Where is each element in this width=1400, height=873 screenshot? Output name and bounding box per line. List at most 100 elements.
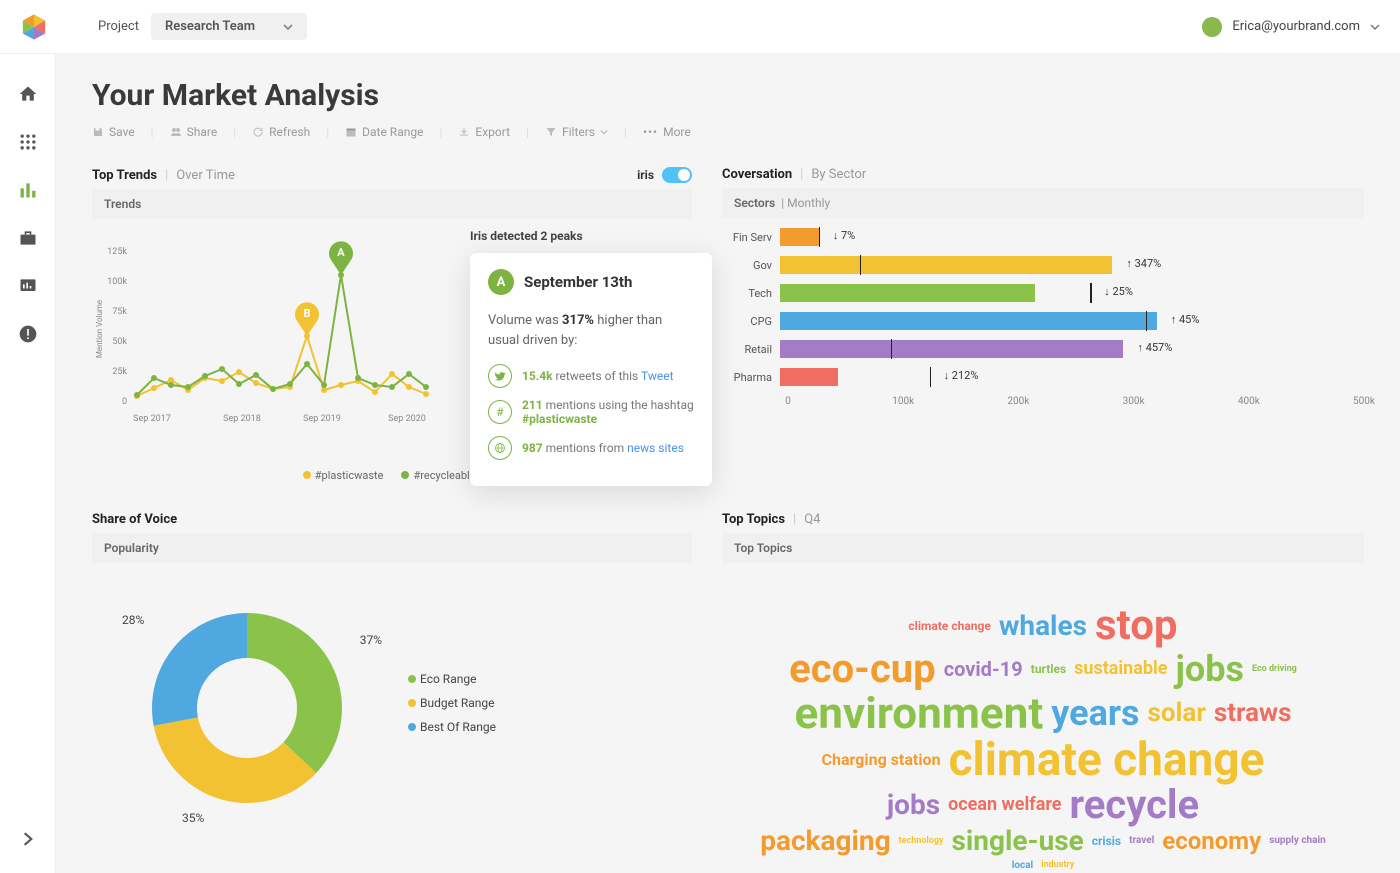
sov-subheader: Popularity bbox=[92, 533, 692, 563]
svg-text:B: B bbox=[303, 307, 310, 320]
sector-bar-row: Pharma ↓ 212% bbox=[722, 368, 1334, 386]
svg-text:0: 0 bbox=[122, 397, 127, 407]
sidebar bbox=[0, 54, 56, 873]
wordcloud-word[interactable]: straws bbox=[1214, 700, 1292, 726]
wordcloud-word[interactable]: jobs bbox=[887, 791, 940, 819]
wordcloud-word[interactable]: travel bbox=[1129, 836, 1154, 846]
wordcloud-word[interactable]: climate change bbox=[949, 737, 1265, 783]
panel-title: Share of Voice bbox=[92, 512, 177, 527]
wordcloud-word[interactable]: crisis bbox=[1092, 835, 1121, 847]
wordcloud-word[interactable]: industry bbox=[1041, 861, 1074, 870]
donut-label-b: 35% bbox=[182, 811, 204, 825]
avatar bbox=[1202, 17, 1222, 37]
user-menu[interactable]: Erica@yourbrand.com bbox=[1202, 17, 1380, 37]
twitter-icon bbox=[488, 364, 512, 388]
panel-subtitle: Over Time bbox=[176, 168, 235, 183]
wordcloud-word[interactable]: Charging station bbox=[822, 752, 941, 768]
save-button[interactable]: Save bbox=[92, 125, 135, 139]
export-button[interactable]: Export bbox=[458, 125, 510, 139]
trends-subheader: Trends bbox=[92, 189, 692, 219]
iris-toggle[interactable] bbox=[662, 167, 692, 183]
topbar: Project Research Team Erica@yourbrand.co… bbox=[0, 0, 1400, 54]
wordcloud-word[interactable]: jobs bbox=[1176, 651, 1244, 687]
wordcloud-word[interactable]: eco-cup bbox=[789, 649, 936, 689]
wordcloud-word[interactable]: sustainable bbox=[1074, 660, 1167, 678]
alert-icon[interactable] bbox=[18, 324, 38, 344]
panel-title: Coversation bbox=[722, 167, 792, 182]
wordcloud-word[interactable]: turtles bbox=[1031, 663, 1066, 675]
refresh-button[interactable]: Refresh bbox=[252, 125, 310, 139]
wordcloud-word[interactable]: packaging bbox=[760, 827, 890, 855]
sector-bar-row: Gov ↑ 347% bbox=[722, 256, 1334, 274]
analytics-icon[interactable] bbox=[18, 180, 38, 200]
wordcloud-word[interactable]: technology bbox=[899, 837, 944, 846]
iris-peak-date: September 13th bbox=[524, 273, 632, 291]
wordcloud-word[interactable]: single-use bbox=[952, 827, 1084, 855]
wordcloud-word[interactable]: covid-19 bbox=[944, 659, 1023, 679]
save-icon bbox=[92, 126, 104, 138]
conversation-panel: Coversation | By Sector Sectors| Monthly… bbox=[722, 167, 1364, 482]
svg-text:75k: 75k bbox=[112, 307, 127, 317]
wordcloud-word[interactable]: climate change bbox=[908, 620, 990, 632]
svg-text:25k: 25k bbox=[112, 367, 127, 377]
svg-text:Sep 2019: Sep 2019 bbox=[303, 414, 341, 424]
sector-bar-row: Tech ↓ 25% bbox=[722, 284, 1334, 302]
project-label: Project bbox=[98, 19, 139, 34]
app-logo-icon bbox=[20, 13, 48, 41]
more-button[interactable]: •••More bbox=[643, 125, 691, 139]
donut-chart bbox=[132, 593, 362, 823]
svg-text:Sep 2017: Sep 2017 bbox=[133, 414, 171, 424]
user-email: Erica@yourbrand.com bbox=[1232, 19, 1360, 34]
wordcloud-word[interactable]: Eco driving bbox=[1252, 665, 1297, 674]
peak-badge-b: B bbox=[295, 302, 319, 336]
wordcloud-word[interactable]: recycle bbox=[1069, 785, 1199, 825]
iris-peak-badge: A bbox=[488, 269, 514, 295]
wordcloud-word[interactable]: environment bbox=[795, 691, 1044, 735]
wordcloud-word[interactable]: ocean welfare bbox=[948, 796, 1061, 814]
briefcase-icon[interactable] bbox=[18, 228, 38, 248]
apps-icon[interactable] bbox=[18, 132, 38, 152]
donut-label-a: 37% bbox=[360, 633, 382, 647]
calendar-icon bbox=[345, 126, 357, 138]
iris-driver-retweets[interactable]: 15.4k retweets of this Tweet bbox=[488, 364, 694, 388]
home-icon[interactable] bbox=[18, 84, 38, 104]
donut-legend: Eco Range Budget Range Best Of Range bbox=[408, 672, 496, 744]
wordcloud-word[interactable]: local bbox=[1012, 861, 1034, 871]
date-range-button[interactable]: Date Range bbox=[345, 125, 423, 139]
wordcloud-word[interactable]: stop bbox=[1095, 605, 1178, 647]
panel-title: Top Trends bbox=[92, 168, 157, 183]
export-icon bbox=[458, 126, 470, 138]
peak-badge-a: A bbox=[329, 241, 353, 275]
iris-driver-hashtag[interactable]: # 211 mentions using the hashtag #plasti… bbox=[488, 398, 694, 426]
expand-icon[interactable] bbox=[18, 829, 38, 849]
top-trends-panel: Top Trends | Over Time iris Trends 125k1… bbox=[92, 167, 692, 482]
trends-line-chart: 125k100k75k50k25k0 Mention Volume B A bbox=[92, 229, 452, 459]
main-content: Your Market Analysis Save | Share | Refr… bbox=[56, 54, 1400, 873]
panel-title: Top Topics bbox=[722, 512, 785, 527]
project-dropdown[interactable]: Research Team bbox=[151, 13, 307, 40]
project-name: Research Team bbox=[165, 19, 255, 34]
chevron-down-icon bbox=[600, 128, 608, 136]
svg-text:50k: 50k bbox=[112, 337, 127, 347]
wordcloud-word[interactable]: years bbox=[1051, 695, 1139, 731]
conversation-subheader: Sectors| Monthly bbox=[722, 188, 1364, 218]
globe-icon bbox=[488, 436, 512, 460]
share-button[interactable]: Share bbox=[170, 125, 218, 139]
presentation-icon[interactable] bbox=[18, 276, 38, 296]
wordcloud-word[interactable]: whales bbox=[999, 612, 1087, 640]
wordcloud-word[interactable]: economy bbox=[1162, 829, 1261, 853]
svg-text:100k: 100k bbox=[107, 277, 127, 287]
filter-icon bbox=[545, 126, 557, 138]
sector-x-axis: 0100k200k300k400k500k bbox=[788, 396, 1364, 410]
chevron-down-icon bbox=[283, 22, 293, 32]
wordcloud-word[interactable]: solar bbox=[1148, 700, 1206, 726]
filters-button[interactable]: Filters bbox=[545, 125, 608, 139]
svg-text:125k: 125k bbox=[107, 247, 127, 257]
iris-driver-news[interactable]: 987 mentions from news sites bbox=[488, 436, 694, 460]
iris-detection-note: Iris detected 2 peaks bbox=[470, 229, 583, 243]
wordcloud-word[interactable]: supply chain bbox=[1269, 836, 1326, 846]
panel-subtitle: By Sector bbox=[811, 167, 866, 182]
share-icon bbox=[170, 126, 182, 138]
refresh-icon bbox=[252, 126, 264, 138]
word-cloud: climate change whales stop eco-cup covid-19 t… bbox=[722, 573, 1364, 873]
